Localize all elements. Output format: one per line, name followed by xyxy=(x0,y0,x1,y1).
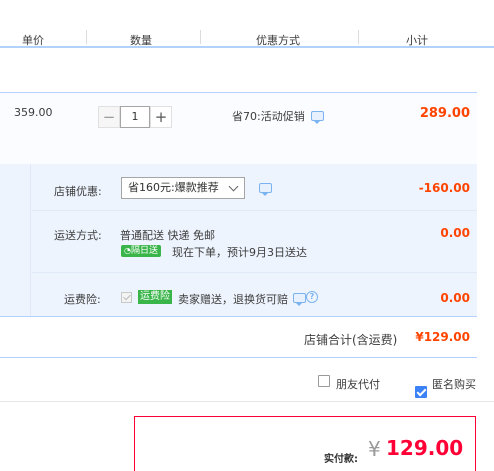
header-divider xyxy=(200,30,201,44)
col-quantity: 数量 xyxy=(130,34,152,47)
table-header: 单价 数量 优惠方式 小计 xyxy=(0,0,494,48)
item-subtotal: 289.00 xyxy=(419,106,470,121)
promotion-text: 省70:活动促销 xyxy=(232,110,305,123)
col-unit-price: 单价 xyxy=(22,34,44,47)
quantity-stepper: − 1 + xyxy=(98,106,172,128)
currency-symbol: ¥ xyxy=(368,437,381,461)
section-divider xyxy=(30,164,31,316)
anonymous-label[interactable]: 匿名购买 xyxy=(432,376,476,392)
order-item-row xyxy=(0,92,477,164)
next-day-badge-text: 隔日送 xyxy=(130,246,158,256)
anonymous-checkbox[interactable] xyxy=(415,386,427,398)
quantity-input[interactable]: 1 xyxy=(120,106,150,128)
decrement-button[interactable]: − xyxy=(98,106,120,128)
coupon-select-value: 省160元:爆款推荐 xyxy=(128,181,219,194)
unit-price: 359.00 xyxy=(14,106,53,119)
friend-pay-checkbox[interactable] xyxy=(318,375,330,387)
insurance-value: 0.00 xyxy=(440,291,470,305)
chevron-down-icon xyxy=(228,181,239,192)
pay-label: 实付款: xyxy=(324,454,358,465)
help-icon[interactable]: ? xyxy=(306,291,318,303)
friend-pay-label[interactable]: 朋友代付 xyxy=(336,376,380,392)
coupon-select[interactable]: 省160元:爆款推荐 xyxy=(121,177,245,199)
col-subtotal: 小计 xyxy=(406,34,428,47)
insurance-label: 运费险: xyxy=(64,293,101,306)
pay-amount: 129.00 xyxy=(386,436,464,460)
next-day-badge: ◔隔日送 xyxy=(121,245,161,257)
insurance-checkbox[interactable] xyxy=(121,292,132,303)
insurance-text: 卖家赠送，退换货可赔 xyxy=(178,293,288,306)
shop-total-row xyxy=(0,316,477,358)
coupon-label: 店铺优惠: xyxy=(54,185,102,198)
section-divider xyxy=(32,210,477,211)
header-divider xyxy=(358,30,359,44)
delivery-estimate: 现在下单，预计9月3日送达 xyxy=(172,246,307,259)
shop-total-label: 店铺合计(含运费) xyxy=(304,333,398,347)
comment-icon[interactable] xyxy=(259,183,272,196)
comment-icon[interactable] xyxy=(311,111,324,124)
header-divider xyxy=(86,30,87,44)
coupon-value: -160.00 xyxy=(418,181,470,195)
increment-button[interactable]: + xyxy=(150,106,172,128)
shop-total-value: ¥129.00 xyxy=(415,330,470,344)
col-discount: 优惠方式 xyxy=(256,34,300,47)
shipping-label: 运送方式: xyxy=(54,229,102,242)
shipping-value: 0.00 xyxy=(440,226,470,240)
insurance-badge: 运费险 xyxy=(138,290,172,304)
section-divider xyxy=(32,272,477,273)
comment-icon[interactable] xyxy=(293,293,306,306)
shipping-method: 普通配送 快递 免邮 xyxy=(120,229,215,242)
clock-icon: ◔ xyxy=(124,246,131,255)
